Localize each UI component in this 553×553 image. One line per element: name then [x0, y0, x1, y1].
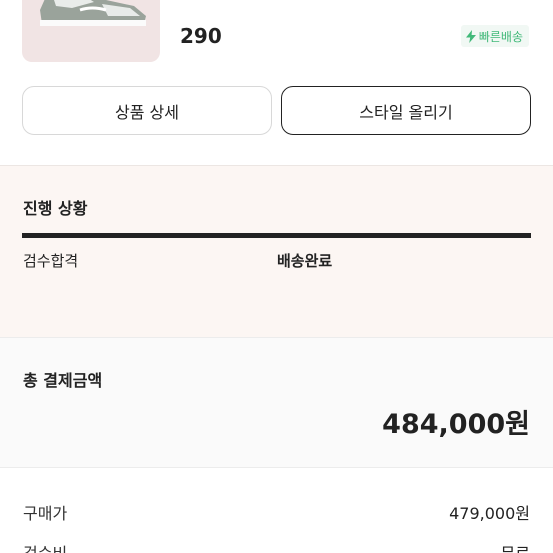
- inspection-fee-label: 검수비: [23, 540, 67, 553]
- total-payment-amount: 484,000원: [382, 409, 530, 440]
- progress-step-inspection-passed: 검수합격: [23, 252, 79, 270]
- post-style-label: 스타일 올리기: [359, 102, 453, 122]
- progress-title: 진행 상황: [23, 199, 88, 218]
- product-detail-button[interactable]: 상품 상세: [22, 86, 272, 135]
- post-style-button[interactable]: 스타일 올리기: [281, 86, 531, 135]
- fast-delivery-badge: 빠른배송: [460, 25, 529, 47]
- fast-delivery-label: 빠른배송: [478, 29, 523, 44]
- product-size: 290: [180, 24, 222, 48]
- product-thumbnail[interactable]: [22, 0, 160, 62]
- progress-section: 진행 상황 검수합격 배송완료: [0, 165, 553, 337]
- total-payment-label: 총 결제금액: [23, 371, 103, 390]
- sneaker-image: [40, 0, 146, 26]
- purchase-price-label: 구매가: [23, 504, 68, 523]
- progress-step-delivered: 배송완료: [277, 252, 333, 270]
- product-detail-label: 상품 상세: [115, 102, 179, 122]
- total-payment-section: 총 결제금액 484,000원: [0, 337, 553, 467]
- lightning-icon: [465, 29, 476, 43]
- purchase-price-value: 479,000원: [449, 504, 530, 523]
- progress-bar: [22, 233, 531, 238]
- inspection-fee-value: 무료: [501, 540, 530, 553]
- price-breakdown: 구매가 479,000원 검수비 무료: [0, 467, 553, 553]
